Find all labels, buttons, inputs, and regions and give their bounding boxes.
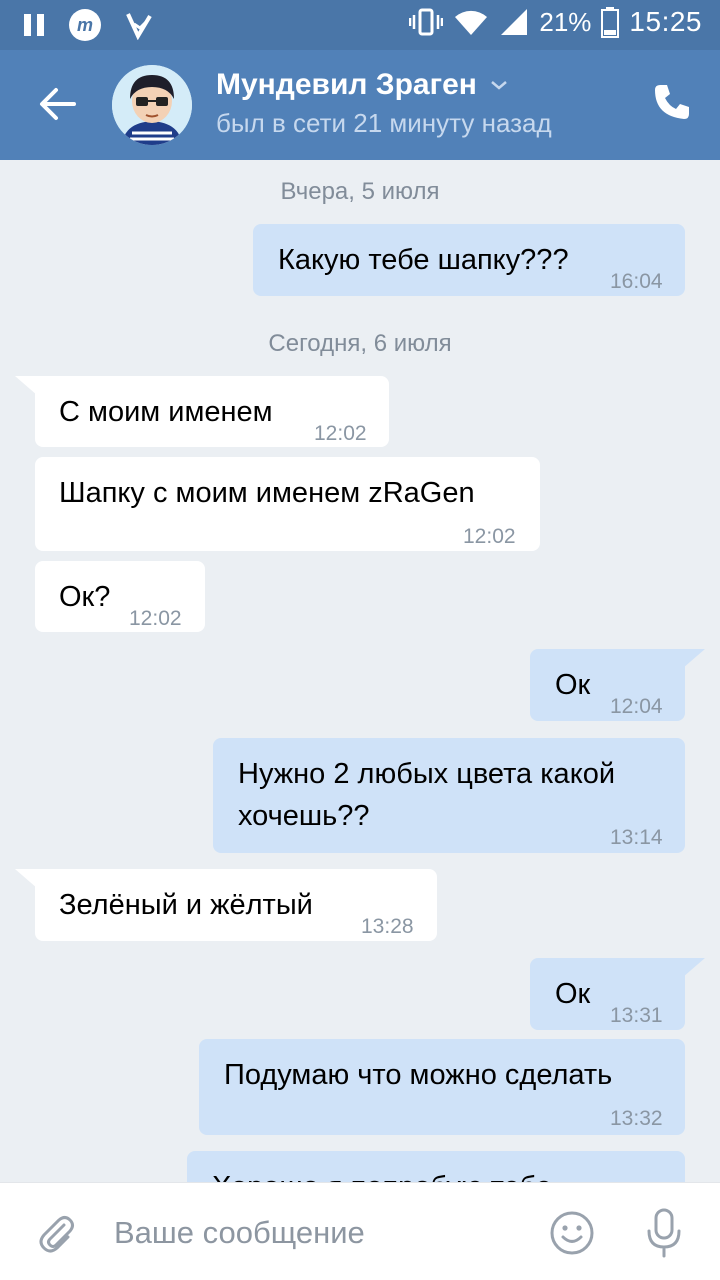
message-time: 13:32 bbox=[610, 1107, 663, 1130]
message-text: Ок? bbox=[59, 581, 111, 613]
message-input[interactable] bbox=[114, 1205, 534, 1261]
bubble-tail bbox=[15, 869, 45, 895]
avatar[interactable] bbox=[112, 65, 192, 145]
back-arrow-icon[interactable] bbox=[34, 80, 82, 128]
contact-info[interactable]: Мундевил Зраген был в сети 21 минуту наз… bbox=[216, 68, 552, 139]
message-time: 12:04 bbox=[610, 695, 663, 718]
message-outgoing[interactable]: Нужно 2 любых цвета какой хочешь?? 13:14 bbox=[213, 738, 685, 853]
message-text: Ок bbox=[555, 669, 591, 701]
wifi-icon bbox=[455, 10, 488, 35]
battery-percent: 21% bbox=[539, 6, 592, 37]
paperclip-icon[interactable] bbox=[34, 1211, 78, 1255]
message-time: 13:14 bbox=[610, 826, 663, 849]
message-time: 13:31 bbox=[610, 1004, 663, 1027]
bubble-tail bbox=[15, 376, 45, 402]
status-bar: m 21% 15:25 bbox=[0, 0, 720, 50]
pause-icon bbox=[24, 14, 44, 36]
message-outgoing[interactable]: Подумаю что можно сделать 13:32 bbox=[199, 1039, 685, 1135]
message-text: Зелёный и жёлтый bbox=[59, 889, 313, 921]
emoji-icon[interactable] bbox=[548, 1209, 596, 1257]
message-text: Какую тебе шапку??? bbox=[278, 244, 569, 276]
date-separator: Сегодня, 6 июля bbox=[268, 330, 452, 357]
message-incoming[interactable]: Ок? 12:02 bbox=[35, 561, 205, 632]
vibrate-icon bbox=[409, 8, 444, 36]
message-time: 13:28 bbox=[361, 915, 414, 938]
message-text: С моим именем bbox=[59, 396, 273, 428]
message-incoming[interactable]: С моим именем 12:02 bbox=[15, 376, 389, 447]
message-outgoing[interactable]: Ок 12:04 bbox=[530, 649, 705, 721]
bubble-tail bbox=[675, 649, 705, 675]
svg-text:m: m bbox=[77, 15, 93, 35]
message-text: Шапку с моим именем zRaGen bbox=[59, 477, 475, 509]
message-incoming[interactable]: Зелёный и жёлтый 13:28 bbox=[15, 869, 437, 941]
date-separator: Вчера, 5 июля bbox=[280, 178, 440, 205]
message-time: 12:02 bbox=[129, 607, 182, 630]
bubble-tail bbox=[675, 958, 705, 984]
phone-icon[interactable] bbox=[652, 82, 692, 122]
message-outgoing[interactable]: Ок 13:31 bbox=[530, 958, 705, 1030]
message-outgoing[interactable]: Какую тебе шапку??? 16:04 bbox=[253, 224, 685, 296]
message-text: Подумаю что можно сделать bbox=[224, 1059, 613, 1091]
bubble-tail bbox=[641, 224, 671, 250]
check-icon bbox=[126, 13, 152, 40]
contact-name: Мундевил Зраген bbox=[216, 68, 477, 101]
message-text: Ок bbox=[555, 978, 591, 1010]
message-incoming[interactable]: Шапку с моим именем zRaGen 12:02 bbox=[35, 457, 540, 551]
battery-icon bbox=[601, 7, 620, 38]
message-text-line-1: Нужно 2 любых цвета какой bbox=[238, 758, 616, 790]
chat-header: Мундевил Зраген был в сети 21 минуту наз… bbox=[0, 50, 720, 160]
message-time: 12:02 bbox=[463, 525, 516, 548]
contact-status: был в сети 21 минуту назад bbox=[216, 108, 552, 138]
clock: 15:25 bbox=[629, 6, 702, 37]
message-time: 12:02 bbox=[314, 422, 367, 445]
message-outgoing[interactable]: Хорошо я попробую тебе bbox=[187, 1151, 685, 1182]
app-m-icon: m bbox=[69, 9, 101, 41]
microphone-icon[interactable] bbox=[642, 1207, 686, 1259]
signal-icon bbox=[501, 9, 528, 35]
message-composer bbox=[0, 1182, 720, 1280]
message-time: 16:04 bbox=[610, 270, 663, 293]
message-text: Хорошо я попробую тебе bbox=[212, 1167, 552, 1182]
contact-name-row: Мундевил Зраген bbox=[216, 68, 552, 102]
chevron-down-icon bbox=[491, 81, 507, 90]
message-list[interactable]: Вчера, 5 июля Какую тебе шапку??? 16:04 … bbox=[0, 160, 720, 1182]
avatar-image bbox=[112, 65, 192, 145]
message-text-line-2: хочешь?? bbox=[238, 800, 370, 832]
